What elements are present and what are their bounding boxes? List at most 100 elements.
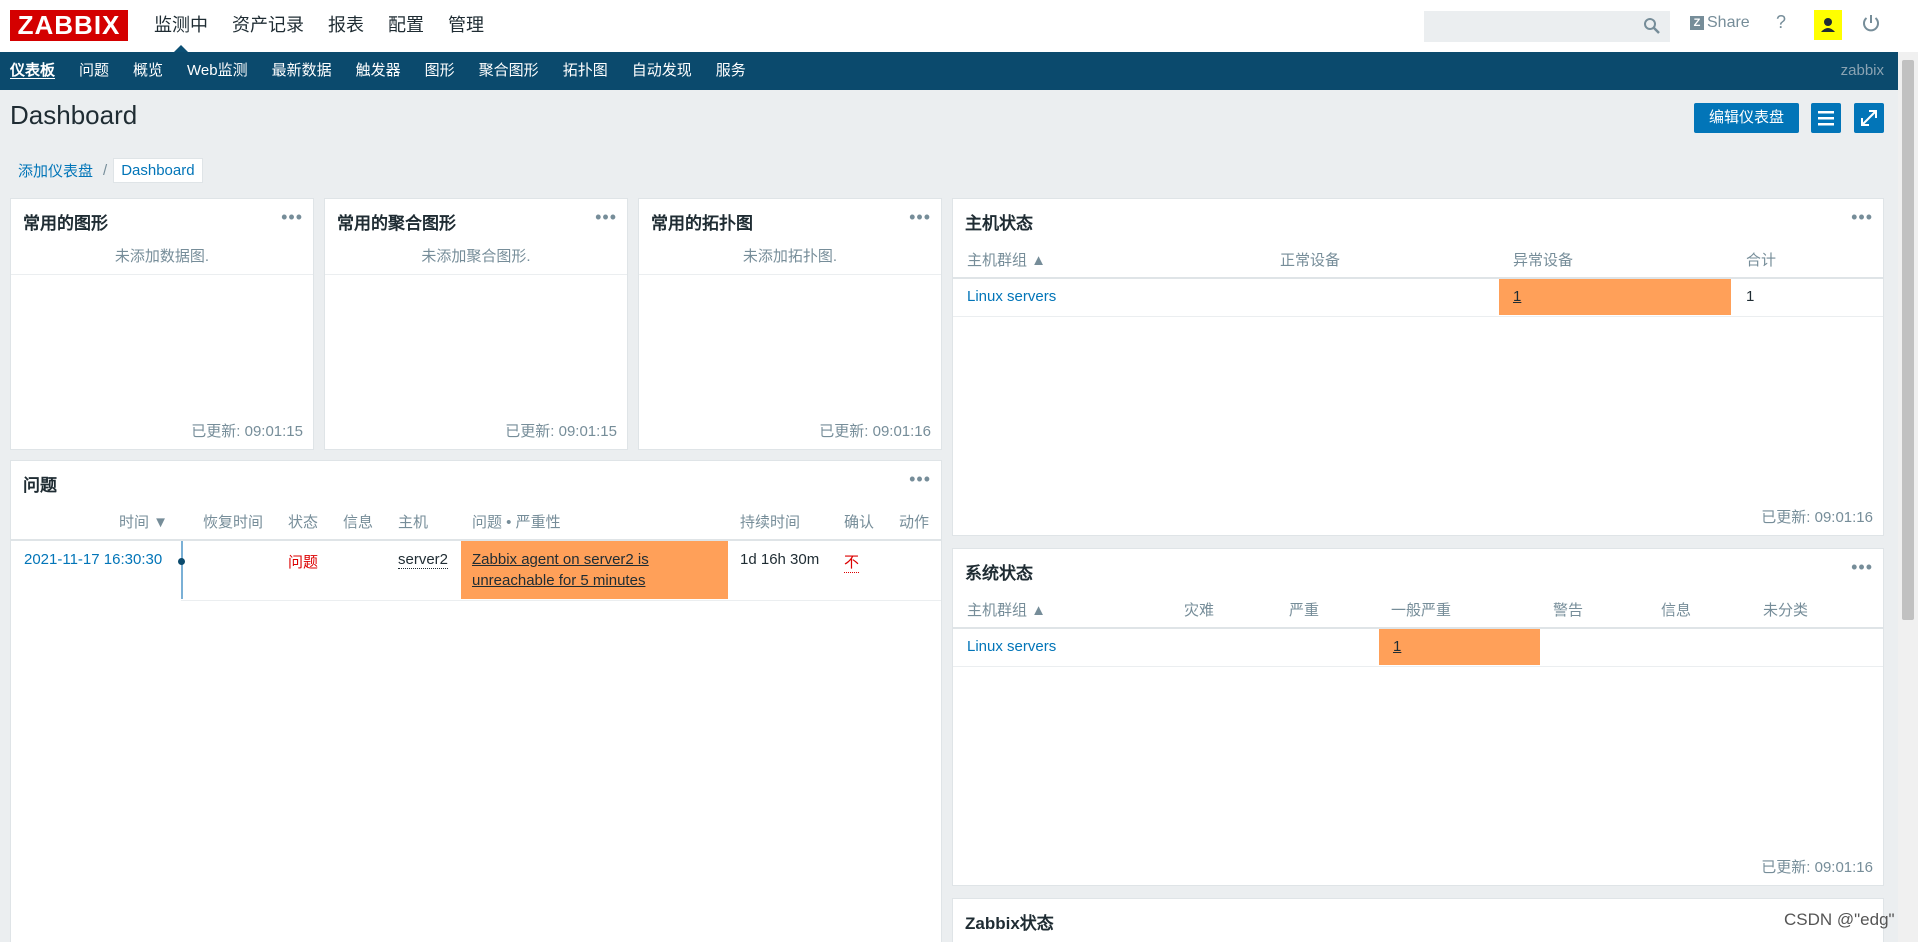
help-icon[interactable]: ? [1776,12,1786,33]
sub-menu-maps[interactable]: 拓扑图 [563,52,608,90]
user-profile-button[interactable] [1814,10,1842,40]
header-time[interactable]: 时间 ▼ [119,511,168,532]
widget-favourite-screens: 常用的聚合图形 ••• 未添加聚合图形. 已更新: 09:01:15 [324,198,628,450]
host-group-link[interactable]: Linux servers [967,288,1056,305]
header-host: 主机 [398,514,429,531]
main-menu-configuration[interactable]: 配置 [388,0,424,52]
main-menu-reports[interactable]: 报表 [328,0,364,52]
average-cell-bg [1379,629,1540,665]
timeline-line [181,541,183,599]
timeline-dot [178,558,185,565]
share-button[interactable]: Z Share [1690,14,1750,32]
header-total: 合计 [1746,252,1777,269]
header-info: 信息 [343,514,374,531]
header-duration: 持续时间 [740,514,801,531]
breadcrumb-current[interactable]: Dashboard [113,157,203,183]
share-icon: Z [1690,16,1704,30]
sub-menu-screens[interactable]: 聚合图形 [479,52,539,90]
more-icon[interactable]: ••• [909,469,931,490]
dashboard-list-button[interactable] [1811,103,1841,133]
problem-severity-bg [461,541,728,599]
header-actions: 动作 [899,514,930,531]
search-input[interactable] [1424,11,1670,42]
row-divider [953,666,1883,667]
header-status: 状态 [288,514,319,531]
problem-description-line1[interactable]: Zabbix agent on server2 is [472,551,649,568]
host-group-link[interactable]: Linux servers [967,638,1056,655]
sub-menu-dashboard[interactable]: 仪表板 [10,52,55,90]
empty-message: 未添加拓扑图. [639,239,941,275]
header-warning: 警告 [1553,602,1584,619]
more-icon[interactable]: ••• [1851,557,1873,578]
widget-favourite-maps: 常用的拓扑图 ••• 未添加拓扑图. 已更新: 09:01:16 [638,198,942,450]
sub-menu-problems[interactable]: 问题 [79,52,109,90]
widget-title: 问题 [23,476,57,495]
header-average: 一般严重 [1391,602,1452,619]
problem-ack-link[interactable]: 不 [844,551,860,573]
sub-menu-triggers[interactable]: 触发器 [356,52,401,90]
widget-host-status: 主机状态 ••• 主机群组 ▲ 正常设备 异常设备 合计 Linux serve… [952,198,1884,536]
sub-menu-graphs[interactable]: 图形 [425,52,455,90]
watermark: CSDN @"edg" [1784,910,1895,929]
updated-time: 已更新: 09:01:16 [819,423,931,440]
sub-menu: 仪表板 问题 概览 Web监测 最新数据 触发器 图形 聚合图形 拓扑图 自动发… [0,52,1898,90]
edit-dashboard-button[interactable]: 编辑仪表盘 [1694,103,1799,133]
header-ok: 正常设备 [1280,252,1341,269]
more-icon[interactable]: ••• [281,207,303,228]
widget-title: 常用的图形 [23,214,108,233]
problem-time-link[interactable]: 2021-11-17 16:30:30 [24,551,162,568]
sub-menu-overview[interactable]: 概览 [133,52,163,90]
empty-message: 未添加数据图. [11,239,313,275]
widget-favourite-graphs: 常用的图形 ••• 未添加数据图. 已更新: 09:01:15 [10,198,314,450]
main-menu: 监测中 资产记录 报表 配置 管理 [154,0,508,52]
fullscreen-button[interactable] [1854,103,1884,133]
more-icon[interactable]: ••• [909,207,931,228]
header-not-classified: 未分类 [1763,602,1809,619]
updated-time: 已更新: 09:01:16 [1761,509,1873,526]
widget-title: 主机状态 [965,214,1033,233]
row-divider [953,316,1883,317]
main-menu-administration[interactable]: 管理 [448,0,484,52]
row-divider [181,600,941,601]
sub-menu-latest-data[interactable]: 最新数据 [272,52,332,90]
breadcrumb-parent[interactable]: 添加仪表盘 [10,160,101,181]
search-icon[interactable] [1643,17,1661,35]
breadcrumb: 添加仪表盘 / Dashboard [10,157,203,183]
main-menu-monitoring[interactable]: 监测中 [154,0,208,52]
page-title: Dashboard [10,100,138,130]
zabbix-logo[interactable]: ZABBIX [10,10,128,41]
problem-host[interactable]: server2 [398,551,449,569]
widget-title: 常用的聚合图形 [337,214,456,233]
problem-description-line2[interactable]: unreachable for 5 minutes [472,572,645,589]
widget-system-status: 系统状态 ••• 主机群组 ▲ 灾难 严重 一般严重 警告 信息 未分类 Lin… [952,548,1884,886]
header-ack: 确认 [844,514,875,531]
header-information: 信息 [1661,602,1692,619]
average-count[interactable]: 1 [1393,638,1401,655]
header-disaster: 灾难 [1184,602,1215,619]
scrollbar-thumb[interactable] [1902,60,1914,620]
widget-title: 系统状态 [965,564,1033,583]
widget-problems: 问题 ••• 时间 ▼ 恢复时间 状态 信息 主机 问题 • 严重性 持续时间 … [10,460,942,942]
header-problem: 异常设备 [1513,252,1574,269]
header-divider [953,277,1883,279]
sub-menu-services[interactable]: 服务 [716,52,746,90]
header-problem-severity: 问题 • 严重性 [472,514,561,531]
problem-duration: 1d 16h 30m [740,551,820,568]
widget-title: Zabbix状态 [965,914,1054,933]
empty-message: 未添加聚合图形. [325,239,627,275]
header-host-group[interactable]: 主机群组 ▲ [967,249,1046,270]
more-icon[interactable]: ••• [595,207,617,228]
main-menu-inventory[interactable]: 资产记录 [232,0,304,52]
problem-count[interactable]: 1 [1513,288,1521,305]
widget-title: 常用的拓扑图 [651,214,753,233]
sub-menu-web[interactable]: Web监测 [187,52,248,90]
list-icon [1818,111,1834,126]
user-icon [1821,18,1835,32]
more-icon[interactable]: ••• [1851,207,1873,228]
header-high: 严重 [1289,602,1320,619]
sub-menu-discovery[interactable]: 自动发现 [632,52,692,90]
total-count: 1 [1746,288,1755,305]
vertical-scrollbar[interactable] [1898,52,1918,942]
header-host-group[interactable]: 主机群组 ▲ [967,599,1046,620]
power-icon[interactable] [1860,12,1882,34]
